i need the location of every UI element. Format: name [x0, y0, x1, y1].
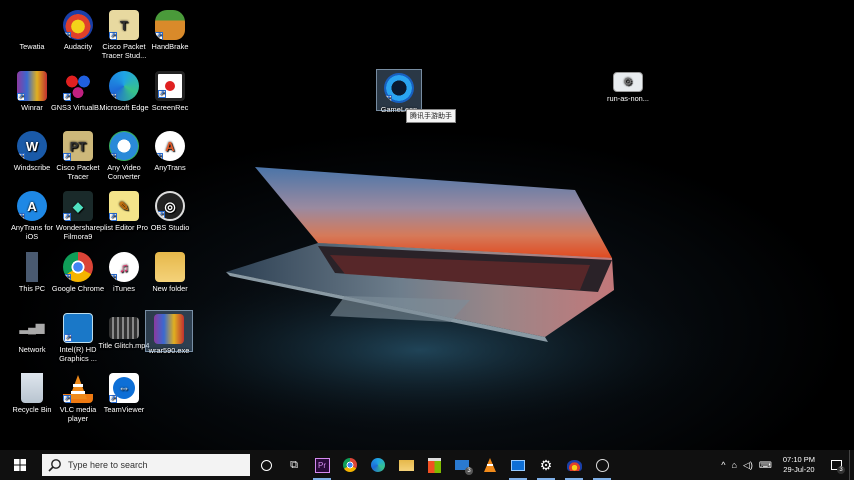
- user-folder-icon: [17, 10, 47, 40]
- start-button[interactable]: [0, 450, 40, 480]
- mail-badge: 3: [465, 467, 473, 475]
- edge-icon: ↗: [109, 71, 139, 101]
- icon-label: ScreenRec: [151, 103, 189, 112]
- taskbar-settings[interactable]: ⚙: [532, 450, 560, 480]
- desktop[interactable]: Tewatia ↗ Audacity T ↗ Cisco Packet Trace…: [0, 0, 854, 450]
- icon-label: run-as-non...: [607, 94, 649, 103]
- desktop-icon-teamviewer[interactable]: ⇔ ↗ TeamViewer: [96, 373, 152, 414]
- task-view-button[interactable]: ⧉: [280, 450, 308, 480]
- cisco-packet-tracer-icon: PT ↗: [63, 131, 93, 161]
- search-input[interactable]: [66, 459, 240, 471]
- gns3-icon: ↗: [63, 71, 93, 101]
- chrome-icon: ↗: [63, 252, 93, 282]
- obs-icon: ◎ ↗: [155, 191, 185, 221]
- chevron-up-icon[interactable]: ^: [718, 460, 728, 470]
- action-center-button[interactable]: 3: [823, 450, 849, 480]
- icon-label: Title Glitch.mp4: [98, 341, 150, 350]
- taskbar-premiere-pro[interactable]: Pr: [308, 450, 336, 480]
- desktop-icon-wrar590[interactable]: wrar590.exe: [145, 310, 193, 355]
- chrome-icon: [343, 458, 357, 472]
- cortana-button[interactable]: [252, 450, 280, 480]
- ime-icon[interactable]: ⌨: [756, 460, 775, 471]
- intel-graphics-icon: ↗: [63, 313, 93, 343]
- network-status-icon[interactable]: ⌂: [729, 460, 740, 470]
- taskbar-obs[interactable]: [588, 450, 616, 480]
- winrar-installer-icon: [154, 314, 184, 344]
- clock-date: 29-Jul-20: [783, 465, 815, 474]
- show-desktop-button[interactable]: [849, 450, 854, 480]
- obs-icon: [595, 458, 609, 472]
- audacity-icon: ↗: [63, 10, 93, 40]
- icon-label: New folder: [152, 284, 188, 293]
- cortana-icon: [260, 459, 272, 471]
- store-icon: [427, 457, 441, 473]
- clock[interactable]: 07:10 PM 29-Jul-20: [775, 455, 823, 475]
- plist-editor-icon: ✎ ↗: [109, 191, 139, 221]
- icon-label: wrar590.exe: [148, 346, 190, 355]
- anytrans-icon: A ↗: [155, 131, 185, 161]
- premiere-icon: Pr: [314, 457, 330, 473]
- taskbar-store[interactable]: [420, 450, 448, 480]
- audacity-icon: [566, 459, 582, 471]
- system-tray: ^ ⌂ ◁) ⌨ 07:10 PM 29-Jul-20 3: [718, 450, 854, 480]
- clock-time: 07:10 PM: [782, 455, 815, 464]
- windscribe-icon: W ↗: [17, 131, 47, 161]
- itunes-icon: ♫ ↗: [109, 252, 139, 282]
- taskbar-file-explorer[interactable]: [392, 450, 420, 480]
- taskbar-audacity[interactable]: [560, 450, 588, 480]
- task-view-icon: ⧉: [290, 458, 298, 471]
- search-icon: [48, 459, 61, 472]
- icon-label: AnyTrans: [154, 163, 186, 172]
- gear-icon: ⚙: [539, 456, 553, 473]
- gameloop-icon: ↗: [384, 73, 414, 103]
- icon-label: HandBrake: [151, 42, 189, 51]
- teamviewer-icon: ⇔ ↗: [109, 373, 139, 403]
- desktop-icon-obs[interactable]: ◎ ↗ OBS Studio: [142, 191, 198, 232]
- cisco-packet-tracer-student-icon: T ↗: [109, 10, 139, 40]
- taskbar-mail[interactable]: 3: [448, 450, 476, 480]
- handbrake-icon: ↗: [155, 10, 185, 40]
- desktop-icon-gameloop[interactable]: ↗ GameLoop: [376, 69, 422, 114]
- folder-icon: [398, 459, 414, 471]
- run-as-non-admin-icon: ⚙: [613, 72, 643, 92]
- taskbar: ⧉ Pr 3 ⚙ ^ ⌂ ◁) ⌨ 07:10 PM 29-Jul-20: [0, 450, 854, 480]
- taskbar-vlc[interactable]: [476, 450, 504, 480]
- video-file-icon: [109, 317, 139, 339]
- desktop-icon-screenrec[interactable]: ↗ ScreenRec: [142, 71, 198, 112]
- taskbar-teamviewer[interactable]: [504, 450, 532, 480]
- icon-label: TeamViewer: [103, 405, 145, 414]
- this-pc-icon: [17, 252, 47, 282]
- anytrans-ios-icon: A ↗: [17, 191, 47, 221]
- edge-icon: [371, 458, 385, 472]
- winrar-icon: ↗: [17, 71, 47, 101]
- taskbar-edge[interactable]: [364, 450, 392, 480]
- notification-count: 3: [837, 466, 845, 474]
- any-video-converter-icon: ↗: [109, 131, 139, 161]
- network-icon: ▂▄▆: [19, 321, 45, 334]
- desktop-icon-title-glitch[interactable]: Title Glitch.mp4: [96, 313, 152, 350]
- teamviewer-icon: [511, 459, 525, 471]
- icon-label: OBS Studio: [150, 223, 190, 232]
- taskbar-chrome[interactable]: [336, 450, 364, 480]
- filmora-icon: ◆ ↗: [63, 191, 93, 221]
- desktop-icon-anytrans[interactable]: A ↗ AnyTrans: [142, 131, 198, 172]
- screenrec-icon: ↗: [155, 71, 185, 101]
- gameloop-tooltip: 腾讯手游助手: [406, 109, 456, 123]
- desktop-icon-handbrake[interactable]: ↗ HandBrake: [142, 10, 198, 51]
- recycle-bin-icon: [21, 373, 43, 403]
- volume-icon[interactable]: ◁): [740, 460, 756, 471]
- windows-logo-icon: [14, 459, 26, 471]
- vlc-icon: [484, 457, 496, 472]
- folder-icon: [155, 252, 185, 282]
- vlc-icon: ↗: [63, 373, 93, 403]
- desktop-icon-new-folder[interactable]: New folder: [142, 252, 198, 293]
- taskbar-search-box[interactable]: [42, 454, 250, 476]
- desktop-icon-run-as-non[interactable]: ⚙ run-as-non...: [600, 72, 656, 103]
